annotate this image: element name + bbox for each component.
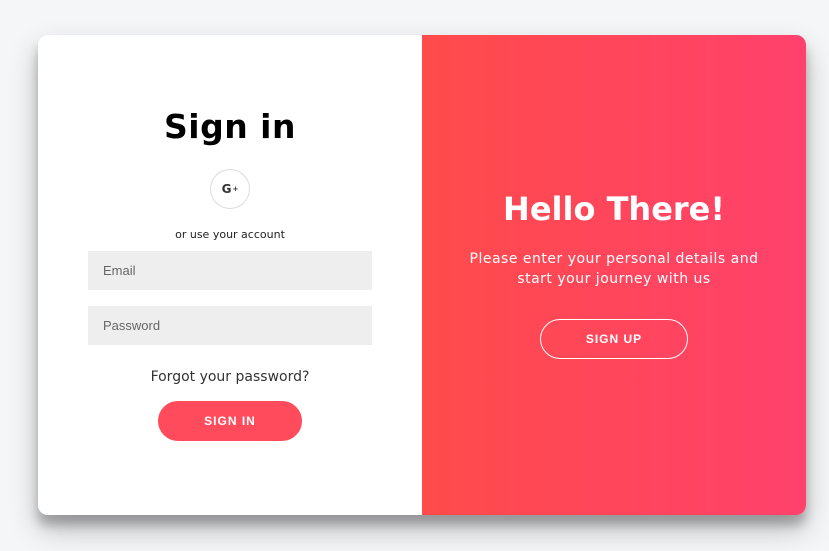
- email-field[interactable]: [88, 251, 372, 290]
- auth-card: Sign in G+ or use your account Forgot yo…: [38, 35, 806, 515]
- overlay-title: Hello There!: [503, 190, 725, 228]
- password-field[interactable]: [88, 306, 372, 345]
- google-plus-suffix: +: [232, 185, 239, 193]
- google-plus-letter: G: [221, 182, 232, 196]
- overlay-text: Please enter your personal details and s…: [469, 251, 759, 287]
- alt-signin-text: or use your account: [175, 228, 285, 241]
- signup-button[interactable]: SIGN UP: [540, 319, 688, 359]
- overlay-panel: Hello There! Please enter your personal …: [422, 35, 806, 515]
- forgot-password-link[interactable]: Forgot your password?: [38, 369, 422, 385]
- signin-panel: Sign in G+ or use your account Forgot yo…: [38, 35, 422, 515]
- signin-button[interactable]: SIGN IN: [158, 401, 302, 441]
- signin-title: Sign in: [164, 107, 296, 146]
- google-plus-icon[interactable]: G +: [210, 169, 250, 209]
